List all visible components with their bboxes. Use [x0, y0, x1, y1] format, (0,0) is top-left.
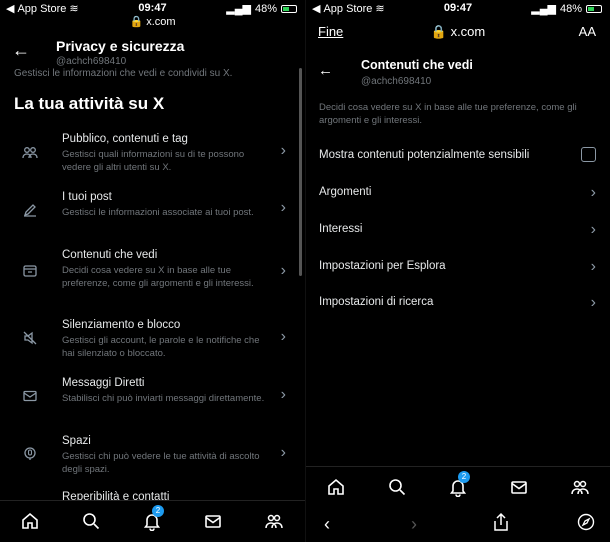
chevron-right-icon: ›	[280, 199, 286, 216]
chevron-right-icon: ›	[590, 184, 596, 201]
pencil-icon	[22, 202, 38, 218]
item-description: Gestisci le informazioni associate ai tu…	[62, 207, 254, 218]
chevron-right-icon: ›	[590, 221, 596, 238]
address-bar[interactable]: 🔒 x.com	[306, 24, 610, 40]
content-icon	[22, 263, 38, 279]
bottom-tab-bar: 2	[306, 466, 610, 508]
chevron-right-icon: ›	[280, 142, 286, 159]
username: @achch698410	[361, 76, 432, 87]
chevron-right-icon: ›	[590, 258, 596, 275]
communities-icon[interactable]	[262, 511, 286, 533]
interests-link[interactable]: Interessi ›	[319, 221, 598, 238]
settings-item-audience[interactable]: Pubblico, contenuti e tag Gestisci quali…	[0, 132, 300, 182]
people-icon	[22, 145, 38, 161]
search-icon[interactable]	[385, 477, 409, 499]
envelope-icon[interactable]	[201, 511, 225, 533]
page-subtitle: Gestisci le informazioni che vedi e cond…	[14, 68, 233, 79]
home-icon[interactable]	[18, 511, 42, 533]
item-title: Messaggi Diretti	[62, 377, 145, 389]
browser-back-icon[interactable]: ‹	[324, 514, 330, 535]
option-label: Interessi	[319, 223, 363, 235]
sensitive-content-option[interactable]: Mostra contenuti potenzialmente sensibil…	[319, 147, 598, 162]
sensitive-content-checkbox[interactable]	[581, 147, 596, 162]
explore-settings-link[interactable]: Impostazioni per Esplora ›	[319, 258, 598, 275]
option-label: Mostra contenuti potenzialmente sensibil…	[319, 149, 530, 161]
item-description: Gestisci chi può vedere le tue attività …	[62, 451, 260, 475]
signal-icon: ▂▄▆	[226, 3, 251, 15]
back-arrow-icon[interactable]: ←	[12, 40, 30, 61]
share-icon[interactable]	[492, 512, 510, 537]
chevron-right-icon: ›	[280, 328, 286, 345]
section-title: La tua attività su X	[14, 94, 165, 113]
item-title: Contenuti che vedi	[62, 249, 158, 261]
home-icon[interactable]	[324, 477, 348, 499]
item-description: Stabilisci chi può inviarti messaggi dir…	[62, 393, 265, 404]
battery-icon	[586, 4, 602, 13]
page-title: Contenuti che vedi	[361, 58, 473, 72]
option-label: Impostazioni di ricerca	[319, 296, 434, 308]
right-screen: ◀ App Store ≋ 09:47 ▂▄▆ 48% Fine 🔒 x.com AA…	[305, 0, 610, 542]
browser-toolbar: ‹ ›	[306, 508, 610, 542]
bell-icon[interactable]: 2	[446, 471, 470, 499]
envelope-icon	[22, 388, 38, 404]
settings-item-direct-messages[interactable]: Messaggi Diretti Stabilisci chi può invi…	[0, 376, 300, 420]
chevron-right-icon: ›	[280, 386, 286, 403]
communities-icon[interactable]	[568, 477, 592, 499]
item-title: I tuoi post	[62, 191, 112, 203]
item-title: Pubblico, contenuti e tag	[62, 133, 188, 145]
battery-icon	[281, 4, 297, 13]
battery-percent: 48%	[559, 2, 582, 15]
chevron-right-icon: ›	[280, 262, 286, 279]
item-description: Gestisci quali informazioni su di te pos…	[62, 149, 245, 173]
settings-item-mute-block[interactable]: Silenziamento e blocco Gestisci gli acco…	[0, 318, 300, 362]
option-label: Impostazioni per Esplora	[319, 260, 446, 272]
signal-icon: ▂▄▆	[531, 3, 556, 15]
mute-icon	[22, 330, 38, 346]
item-description: Gestisci gli account, le parole e le not…	[62, 335, 260, 359]
notification-badge: 2	[152, 505, 164, 517]
page-description: Decidi cosa vedere su X in base alle tue…	[319, 102, 577, 126]
username: @achch698410	[56, 56, 127, 67]
settings-item-spaces[interactable]: Spazi Gestisci chi può vedere le tue att…	[0, 434, 300, 478]
item-title: Spazi	[62, 435, 91, 447]
status-bar: ◀ App Store ≋ 09:47 ▂▄▆ 48%	[0, 0, 305, 16]
lock-icon: 🔒	[430, 24, 447, 39]
item-description: Decidi cosa vedere su X in base alle tue…	[62, 265, 254, 289]
notification-badge: 2	[458, 471, 470, 483]
text-size-button[interactable]: AA	[579, 24, 596, 39]
chevron-right-icon: ›	[590, 294, 596, 311]
page-title: Privacy e sicurezza	[56, 38, 185, 54]
bottom-tab-bar: 2	[0, 500, 305, 542]
back-arrow-icon[interactable]: ←	[318, 62, 333, 79]
topics-link[interactable]: Argomenti ›	[319, 184, 598, 201]
envelope-icon[interactable]	[507, 477, 531, 499]
settings-item-content-you-see[interactable]: Contenuti che vedi Decidi cosa vedere su…	[0, 248, 300, 302]
bell-icon[interactable]: 2	[140, 505, 164, 533]
left-screen: ◀ App Store ≋ 09:47 ▂▄▆ 48% 🔒 x.com ← Priva…	[0, 0, 305, 542]
settings-item-your-posts[interactable]: I tuoi post Gestisci le informazioni ass…	[0, 190, 300, 232]
browser-forward-icon[interactable]: ›	[411, 514, 417, 535]
option-label: Argomenti	[319, 186, 372, 198]
search-settings-link[interactable]: Impostazioni di ricerca ›	[319, 294, 598, 311]
microphone-icon	[22, 446, 38, 462]
url-label: 🔒 x.com	[129, 16, 176, 28]
status-bar: ◀ App Store ≋ 09:47 ▂▄▆ 48%	[306, 0, 610, 16]
battery-percent: 48%	[254, 2, 277, 15]
search-icon[interactable]	[79, 511, 103, 533]
chevron-right-icon: ›	[280, 444, 286, 461]
item-title: Silenziamento e blocco	[62, 319, 181, 331]
compass-icon[interactable]	[577, 513, 595, 536]
